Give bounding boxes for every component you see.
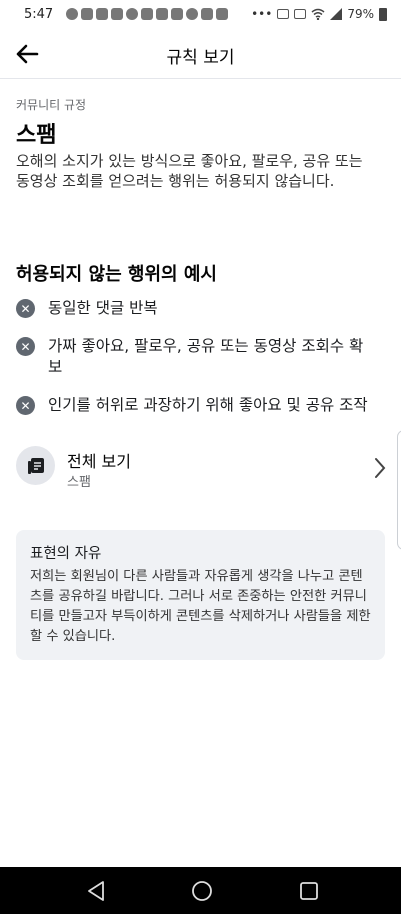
- example-text: 가짜 좋아요, 팔로우, 공유 또는 동영상 조회수 확보: [48, 337, 364, 376]
- notification-icon: [111, 8, 123, 20]
- rule-title: 스팸: [16, 123, 57, 148]
- edge-handle[interactable]: [397, 430, 401, 550]
- status-bar: 5:47 ••• 79%: [0, 0, 401, 30]
- vibrate-icon: [294, 9, 307, 19]
- battery-percent: 79%: [347, 7, 374, 21]
- wifi-icon: [311, 8, 325, 20]
- notification-icon: [216, 8, 228, 20]
- status-right: ••• 79%: [251, 7, 387, 21]
- notification-icon: [126, 8, 138, 20]
- cast-icon: [277, 9, 290, 19]
- recents-square-icon[interactable]: [297, 879, 321, 903]
- rule-category: 커뮤니티 규정: [16, 98, 87, 112]
- document-icon: [27, 457, 44, 474]
- freedom-title: 표현의 자유: [30, 546, 102, 562]
- freedom-text: 저희는 회원님이 다른 사람들과 자유롭게 생각을 나누고 콘텐츠를 공유하길 …: [30, 569, 371, 644]
- notification-icon: [81, 8, 93, 20]
- examples-title: 허용되지 않는 행위의 예시: [16, 264, 217, 285]
- home-circle-icon[interactable]: [190, 879, 214, 903]
- full-view-icon-wrap: [16, 446, 55, 485]
- notification-icon: [141, 8, 153, 20]
- more-notifications-icon: •••: [251, 7, 273, 21]
- notification-icon: [186, 8, 198, 20]
- full-view-title: 전체 보기: [67, 452, 131, 471]
- example-item: ✕ 가짜 좋아요, 팔로우, 공유 또는 동영상 조회수 확보: [16, 336, 373, 378]
- battery-icon: [379, 7, 387, 21]
- notification-icon: [201, 8, 213, 20]
- example-text: 동일한 댓글 반복: [48, 299, 158, 317]
- x-circle-icon: ✕: [16, 396, 35, 415]
- notification-icon: [96, 8, 108, 20]
- page-title: 규칙 보기: [166, 48, 235, 68]
- app-header: 규칙 보기: [0, 30, 401, 79]
- notification-icon: [171, 8, 183, 20]
- signal-icon: [330, 8, 343, 20]
- example-item: ✕ 동일한 댓글 반복: [16, 298, 373, 319]
- freedom-card: 표현의 자유 저희는 회원님이 다른 사람들과 자유롭게 생각을 나누고 콘텐츠…: [16, 530, 385, 660]
- notification-icons: [66, 8, 228, 20]
- notification-icon: [66, 8, 78, 20]
- rule-description: 오해의 소지가 있는 방식으로 좋아요, 팔로우, 공유 또는 동영상 조회를 …: [16, 152, 363, 190]
- example-text: 인기를 허위로 과장하기 위해 좋아요 및 공유 조작: [48, 396, 368, 414]
- back-triangle-icon[interactable]: [84, 879, 108, 903]
- status-time: 5:47: [24, 7, 54, 22]
- system-nav-bar: [0, 867, 401, 914]
- x-circle-icon: ✕: [16, 337, 35, 356]
- notification-icon: [156, 8, 168, 20]
- chevron-right-icon: [375, 458, 386, 478]
- full-view-subtitle: 스팸: [67, 475, 91, 490]
- x-circle-icon: ✕: [16, 299, 35, 318]
- example-item: ✕ 인기를 허위로 과장하기 위해 좋아요 및 공유 조작: [16, 395, 373, 416]
- full-view-link[interactable]: 전체 보기 스팸: [16, 446, 386, 490]
